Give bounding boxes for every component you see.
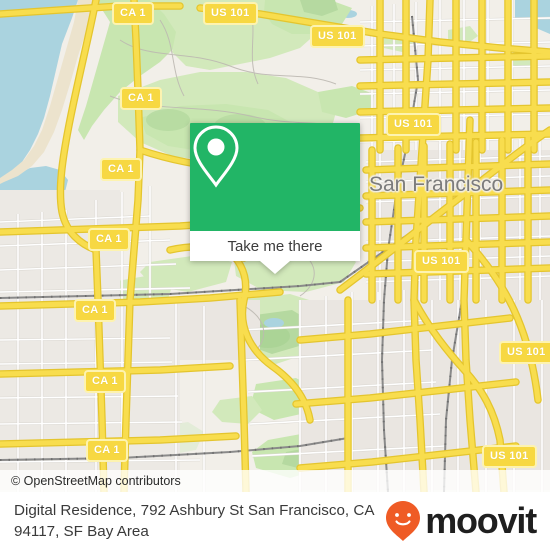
map-screenshot: CA 1 US 101 US 101 CA 1 US 101 CA 1 CA 1 US 101… [0,0,550,550]
popup-pointer-tail [260,261,290,274]
highway-shield: US 101 [386,113,441,136]
popup-header [190,123,360,231]
highway-shield: CA 1 [74,299,116,322]
highway-shield: CA 1 [100,158,142,181]
map-canvas[interactable]: CA 1 US 101 US 101 CA 1 US 101 CA 1 CA 1 US 101… [0,0,550,492]
highway-shield: US 101 [310,25,365,48]
map-attribution-bar: © OpenStreetMap contributors [0,470,550,492]
highway-shield: CA 1 [120,87,162,110]
moovit-smiley-pin-icon [386,501,421,541]
place-label: San Francisco [369,173,504,196]
highway-shield: US 101 [203,2,258,25]
highway-shield: CA 1 [112,2,154,25]
highway-shield: CA 1 [88,228,130,251]
highway-shield: CA 1 [84,370,126,393]
take-me-there-button[interactable]: Take me there [190,231,360,261]
highway-shield: US 101 [482,445,537,468]
take-me-there-label: Take me there [227,237,323,255]
highway-shield: CA 1 [86,439,128,462]
highway-shield: US 101 [414,250,469,273]
map-pin-icon [193,125,239,188]
highway-shield: US 101 [499,341,550,364]
address-text: Digital Residence, 792 Ashbury St San Fr… [14,502,374,540]
location-popup[interactable]: Take me there [190,123,360,274]
moovit-wordmark: moovit [425,500,537,541]
osm-attribution-text[interactable]: © OpenStreetMap contributors [11,474,181,488]
footer-bar: Digital Residence, 792 Ashbury St San Fr… [0,492,550,550]
moovit-logo[interactable]: moovit [385,500,537,542]
